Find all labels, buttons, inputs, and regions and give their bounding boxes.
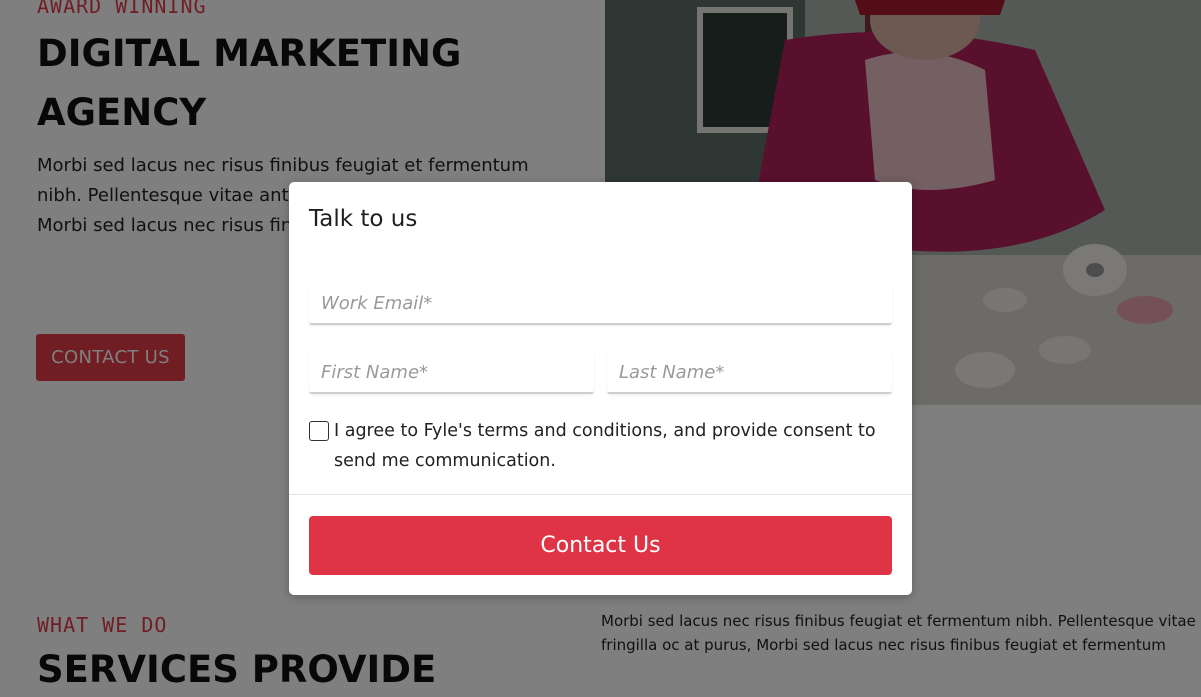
first-name-input[interactable] <box>309 352 594 394</box>
consent-label: I agree to Fyle's terms and conditions, … <box>334 421 876 471</box>
consent-checkbox[interactable] <box>309 421 329 441</box>
work-email-input[interactable] <box>309 283 892 325</box>
contact-us-submit-button[interactable]: Contact Us <box>309 516 892 575</box>
last-name-input[interactable] <box>607 352 892 394</box>
contact-modal: Talk to us I agree to Fyle's terms and c… <box>289 182 912 595</box>
modal-title: Talk to us <box>309 206 418 232</box>
page: AWARD WINNING DIGITAL MARKETING AGENCY M… <box>0 0 1201 697</box>
modal-divider <box>289 494 912 495</box>
